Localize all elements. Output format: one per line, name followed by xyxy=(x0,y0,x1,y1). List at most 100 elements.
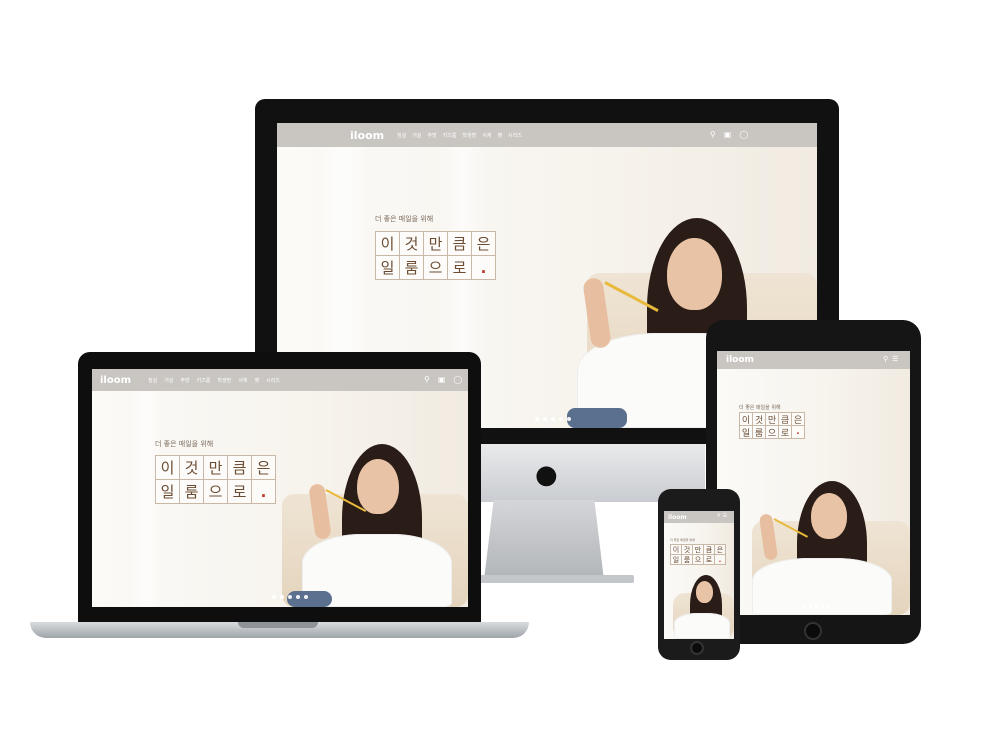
iphone-home-button[interactable] xyxy=(690,641,704,655)
site-logo[interactable]: iloom xyxy=(350,129,384,142)
menu-item-kids[interactable]: 키즈룸 xyxy=(197,377,211,384)
menu-item-bedroom[interactable]: 침실 xyxy=(148,377,157,384)
tagline: 더 좋은 매일을 위해 xyxy=(670,538,695,542)
menu-item-kitchen[interactable]: 주방 xyxy=(427,132,436,139)
menu-item-bedroom[interactable]: 침실 xyxy=(397,132,406,139)
headline-grid: 이 것 만 큼 은 일 룸 으 로 . xyxy=(155,455,276,504)
slider-dot[interactable] xyxy=(304,595,308,599)
menu-icon[interactable]: ☰ xyxy=(723,513,727,519)
headline-char: 로 xyxy=(704,555,715,565)
headline-char: 이 xyxy=(671,545,682,555)
menu-item-study[interactable]: 서재 xyxy=(482,132,491,139)
headline-char: 룸 xyxy=(180,480,204,504)
macbook-notch xyxy=(238,622,318,628)
slider-dots xyxy=(803,605,830,608)
cart-icon[interactable]: ▣ xyxy=(724,130,732,139)
slider-dot[interactable] xyxy=(827,605,830,608)
headline-char: 이 xyxy=(740,413,753,426)
user-icon[interactable]: ◯ xyxy=(739,130,748,139)
headline-char: 이 xyxy=(376,232,400,256)
headline-char: 일 xyxy=(671,555,682,565)
headline-char: 큼 xyxy=(779,413,792,426)
menu-item-study[interactable]: 서재 xyxy=(238,377,247,384)
menu-item-pet[interactable]: 펫 xyxy=(254,377,259,384)
menu-item-series[interactable]: 시리즈 xyxy=(266,377,280,384)
slider-dot[interactable] xyxy=(809,605,812,608)
headline-char: 은 xyxy=(715,545,726,555)
iphone-screen: iloom ⚲ ☰ 더 좋은 매일을 위해 이 것 만 큼 은 일 룸 으 로 … xyxy=(664,511,734,639)
main-menu: 침실 거실 주방 키즈룸 학생방 서재 펫 시리즈 xyxy=(397,132,522,139)
slider-dot[interactable] xyxy=(535,417,539,421)
tagline: 더 좋은 매일을 위해 xyxy=(155,440,214,448)
menu-item-living[interactable]: 거실 xyxy=(412,132,421,139)
navbar: iloom 침실 거실 주방 키즈룸 학생방 서재 펫 시리즈 ⚲ ▣ ◯ xyxy=(277,123,817,147)
slider-dots xyxy=(272,595,308,599)
cart-icon[interactable]: ▣ xyxy=(438,375,446,384)
slider-dot[interactable] xyxy=(551,417,555,421)
slider-dot[interactable] xyxy=(280,595,284,599)
headline-char: 큼 xyxy=(448,232,472,256)
tagline: 더 좋은 매일을 위해 xyxy=(739,405,781,411)
headline-char: 이 xyxy=(156,456,180,480)
headline-char: 만 xyxy=(424,232,448,256)
tagline: 더 좋은 매일을 위해 xyxy=(375,215,434,223)
headline-char: . xyxy=(472,256,496,280)
site-logo[interactable]: iloom xyxy=(100,375,131,386)
slider-dot[interactable] xyxy=(803,605,806,608)
menu-item-student[interactable]: 학생방 xyxy=(462,132,476,139)
slider-dot[interactable] xyxy=(821,605,824,608)
navbar: iloom 침실 거실 주방 키즈룸 학생방 서재 펫 시리즈 ⚲ ▣ ◯ xyxy=(92,369,468,391)
site-logo[interactable]: iloom xyxy=(668,514,687,521)
slider-dot[interactable] xyxy=(815,605,818,608)
ipad-screen: iloom ⚲ ☰ 더 좋은 매일을 위해 이 것 만 큼 은 일 룸 으 로 … xyxy=(717,351,910,615)
headline-char: 로 xyxy=(448,256,472,280)
headline-char: 만 xyxy=(766,413,779,426)
imac-base xyxy=(468,575,634,583)
headline-char: 룸 xyxy=(682,555,693,565)
menu-item-student[interactable]: 학생방 xyxy=(217,377,231,384)
headline-char: 으 xyxy=(693,555,704,565)
menu-icon[interactable]: ☰ xyxy=(892,355,898,363)
search-icon[interactable]: ⚲ xyxy=(717,513,721,519)
headline-char: 일 xyxy=(156,480,180,504)
menu-item-kids[interactable]: 키즈룸 xyxy=(443,132,457,139)
headline-char: 로 xyxy=(779,426,792,439)
slider-dot[interactable] xyxy=(567,417,571,421)
imac-stand xyxy=(484,500,604,580)
apple-logo-icon: ● xyxy=(535,460,558,490)
headline-char: 것 xyxy=(682,545,693,555)
navbar: iloom ⚲ ☰ xyxy=(664,511,734,523)
slider-dot[interactable] xyxy=(559,417,563,421)
menu-item-series[interactable]: 시리즈 xyxy=(508,132,522,139)
headline-char: 은 xyxy=(252,456,276,480)
macbook-screen: iloom 침실 거실 주방 키즈룸 학생방 서재 펫 시리즈 ⚲ ▣ ◯ 더 … xyxy=(92,369,468,607)
headline-grid: 이 것 만 큼 은 일 룸 으 로 . xyxy=(739,412,805,439)
slider-dot[interactable] xyxy=(296,595,300,599)
headline-char: 일 xyxy=(740,426,753,439)
slider-dot[interactable] xyxy=(543,417,547,421)
search-icon[interactable]: ⚲ xyxy=(424,375,430,384)
headline-char: 은 xyxy=(792,413,805,426)
menu-item-kitchen[interactable]: 주방 xyxy=(180,377,189,384)
menu-item-living[interactable]: 거실 xyxy=(164,377,173,384)
user-icon[interactable]: ◯ xyxy=(453,375,462,384)
headline-grid: 이 것 만 큼 은 일 룸 으 로 . xyxy=(375,231,496,280)
headline-grid: 이 것 만 큼 은 일 룸 으 로 . xyxy=(670,544,726,565)
slider-dot[interactable] xyxy=(288,595,292,599)
headline-char: 만 xyxy=(693,545,704,555)
hero-model-photo xyxy=(737,476,910,615)
navbar: iloom ⚲ ☰ xyxy=(717,351,910,369)
site-logo[interactable]: iloom xyxy=(726,355,754,365)
headline-char: 큼 xyxy=(704,545,715,555)
headline-char: 으 xyxy=(424,256,448,280)
menu-item-pet[interactable]: 펫 xyxy=(497,132,502,139)
headline-char: 로 xyxy=(228,480,252,504)
headline-char: 것 xyxy=(400,232,424,256)
headline-char: 룸 xyxy=(400,256,424,280)
search-icon[interactable]: ⚲ xyxy=(710,130,716,139)
headline-char: 으 xyxy=(766,426,779,439)
search-icon[interactable]: ⚲ xyxy=(883,355,888,363)
hero-model-photo xyxy=(282,439,468,607)
ipad-home-button[interactable] xyxy=(804,622,822,640)
slider-dot[interactable] xyxy=(272,595,276,599)
